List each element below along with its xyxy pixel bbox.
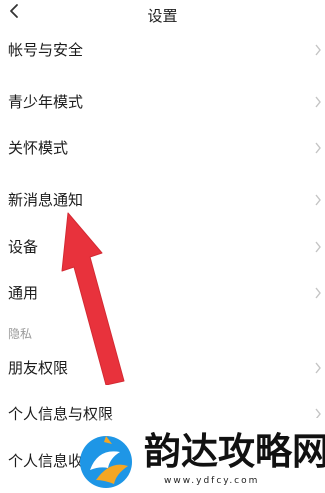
watermark: 韵达攻略网 www.ydfcy.com [72,418,325,493]
chevron-right-icon [315,44,321,56]
settings-item-friend-permissions[interactable]: 朋友权限 [0,355,325,383]
page-title: 设置 [147,7,178,25]
settings-item-label: 关怀模式 [8,139,69,157]
settings-item-general[interactable]: 通用 [0,280,325,308]
watermark-site-name: 韵达攻略网 [144,430,325,473]
chevron-right-icon [315,287,321,299]
settings-item-label: 设备 [8,238,39,256]
chevron-right-icon [315,142,321,154]
top-bar: 设置 [0,0,325,32]
chevron-right-icon [315,241,321,253]
settings-item-teen-mode[interactable]: 青少年模式 [0,89,325,117]
chevron-right-icon [315,96,321,108]
watermark-site-url: www.ydfcy.com [164,476,260,486]
section-header-privacy: 隐私 [8,327,33,341]
settings-item-devices[interactable]: 设备 [0,234,325,262]
settings-item-label: 通用 [8,284,39,302]
chevron-right-icon [315,362,321,374]
red-arrow-annotation [61,212,125,385]
settings-item-care-mode[interactable]: 关怀模式 [0,135,325,163]
settings-item-label: 青少年模式 [8,93,84,111]
site-logo-icon [80,436,132,488]
settings-item-label: 帐号与安全 [8,41,84,59]
settings-item-new-message-notifications[interactable]: 新消息通知 [0,187,325,215]
settings-item-account-security[interactable]: 帐号与安全 [0,37,325,65]
chevron-right-icon [315,194,321,206]
